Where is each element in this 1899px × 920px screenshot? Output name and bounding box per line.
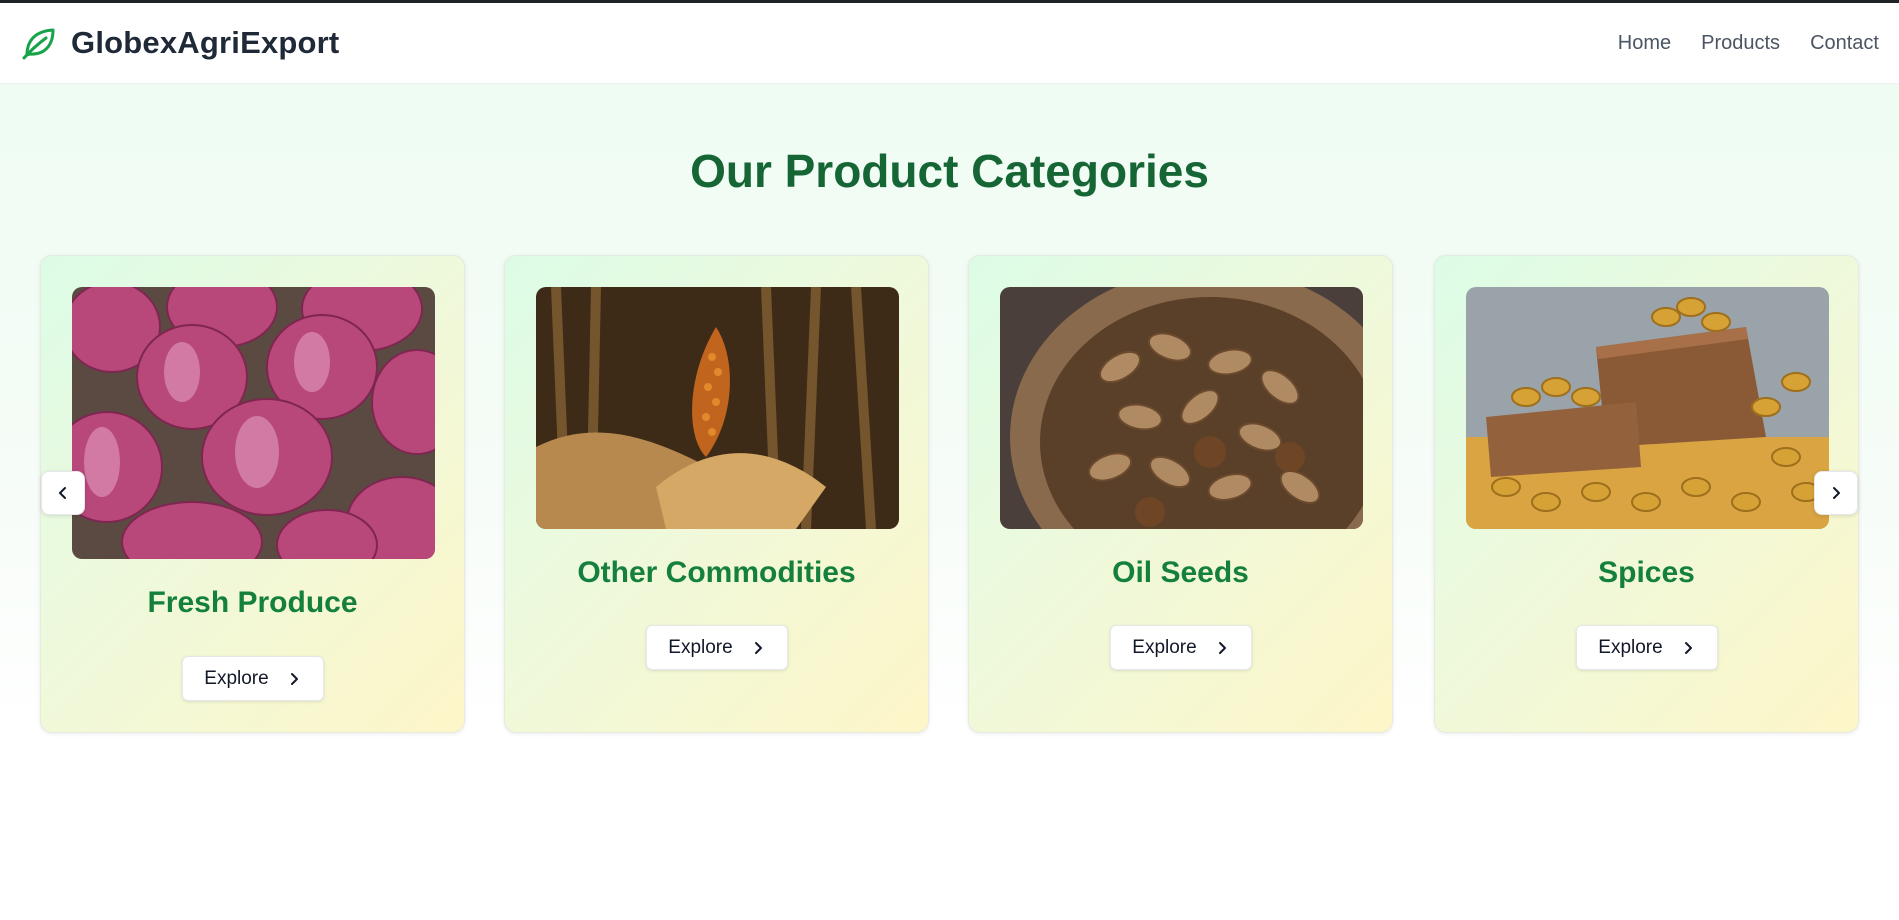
nav-link-products[interactable]: Products <box>1701 32 1780 55</box>
turmeric-roots-photo <box>1466 287 1829 529</box>
peanuts-bowl-photo <box>1000 287 1363 529</box>
card-title: Other Commodities <box>577 556 856 589</box>
category-card-oil-seeds[interactable]: Oil Seeds Explore <box>968 255 1393 733</box>
corn-cob-photo <box>536 287 899 529</box>
brand[interactable]: GlobexAgriExport <box>20 24 339 62</box>
explore-button-label: Explore <box>1132 636 1197 658</box>
chevron-right-icon <box>1833 487 1840 499</box>
carousel-next-button[interactable] <box>1814 471 1858 515</box>
product-categories-section: Our Product Categories Fresh Produce Exp… <box>0 84 1899 735</box>
chevron-left-icon <box>59 487 66 499</box>
explore-button[interactable]: Explore <box>645 625 788 670</box>
category-card-spices[interactable]: Spices Explore <box>1434 255 1859 733</box>
nav-link-home[interactable]: Home <box>1618 32 1671 55</box>
explore-button[interactable]: Explore <box>181 656 324 701</box>
navbar: GlobexAgriExport Home Products Contact <box>0 3 1899 84</box>
brand-name: GlobexAgriExport <box>71 25 340 60</box>
card-title: Oil Seeds <box>1112 556 1249 589</box>
chevron-right-icon <box>1218 641 1226 654</box>
category-card-fresh-produce[interactable]: Fresh Produce Explore <box>40 255 465 733</box>
chevron-right-icon <box>290 672 298 685</box>
chevron-right-icon <box>1684 641 1692 654</box>
red-onions-photo <box>72 287 435 559</box>
explore-button[interactable]: Explore <box>1109 625 1252 670</box>
card-title: Spices <box>1598 556 1695 589</box>
explore-button-label: Explore <box>1598 636 1663 658</box>
explore-button-label: Explore <box>668 636 733 658</box>
section-title: Our Product Categories <box>690 145 1209 197</box>
card-title: Fresh Produce <box>147 586 358 619</box>
nav-link-contact[interactable]: Contact <box>1810 32 1879 55</box>
explore-button[interactable]: Explore <box>1575 625 1718 670</box>
category-card-other-commodities[interactable]: Other Commodities Explore <box>504 255 929 733</box>
carousel-prev-button[interactable] <box>41 471 85 515</box>
nav-links: Home Products Contact <box>1618 32 1879 55</box>
chevron-right-icon <box>754 641 762 654</box>
leaf-icon <box>20 24 58 62</box>
category-carousel: Fresh Produce Explore Other Commodities … <box>40 255 1859 733</box>
explore-button-label: Explore <box>204 667 269 689</box>
